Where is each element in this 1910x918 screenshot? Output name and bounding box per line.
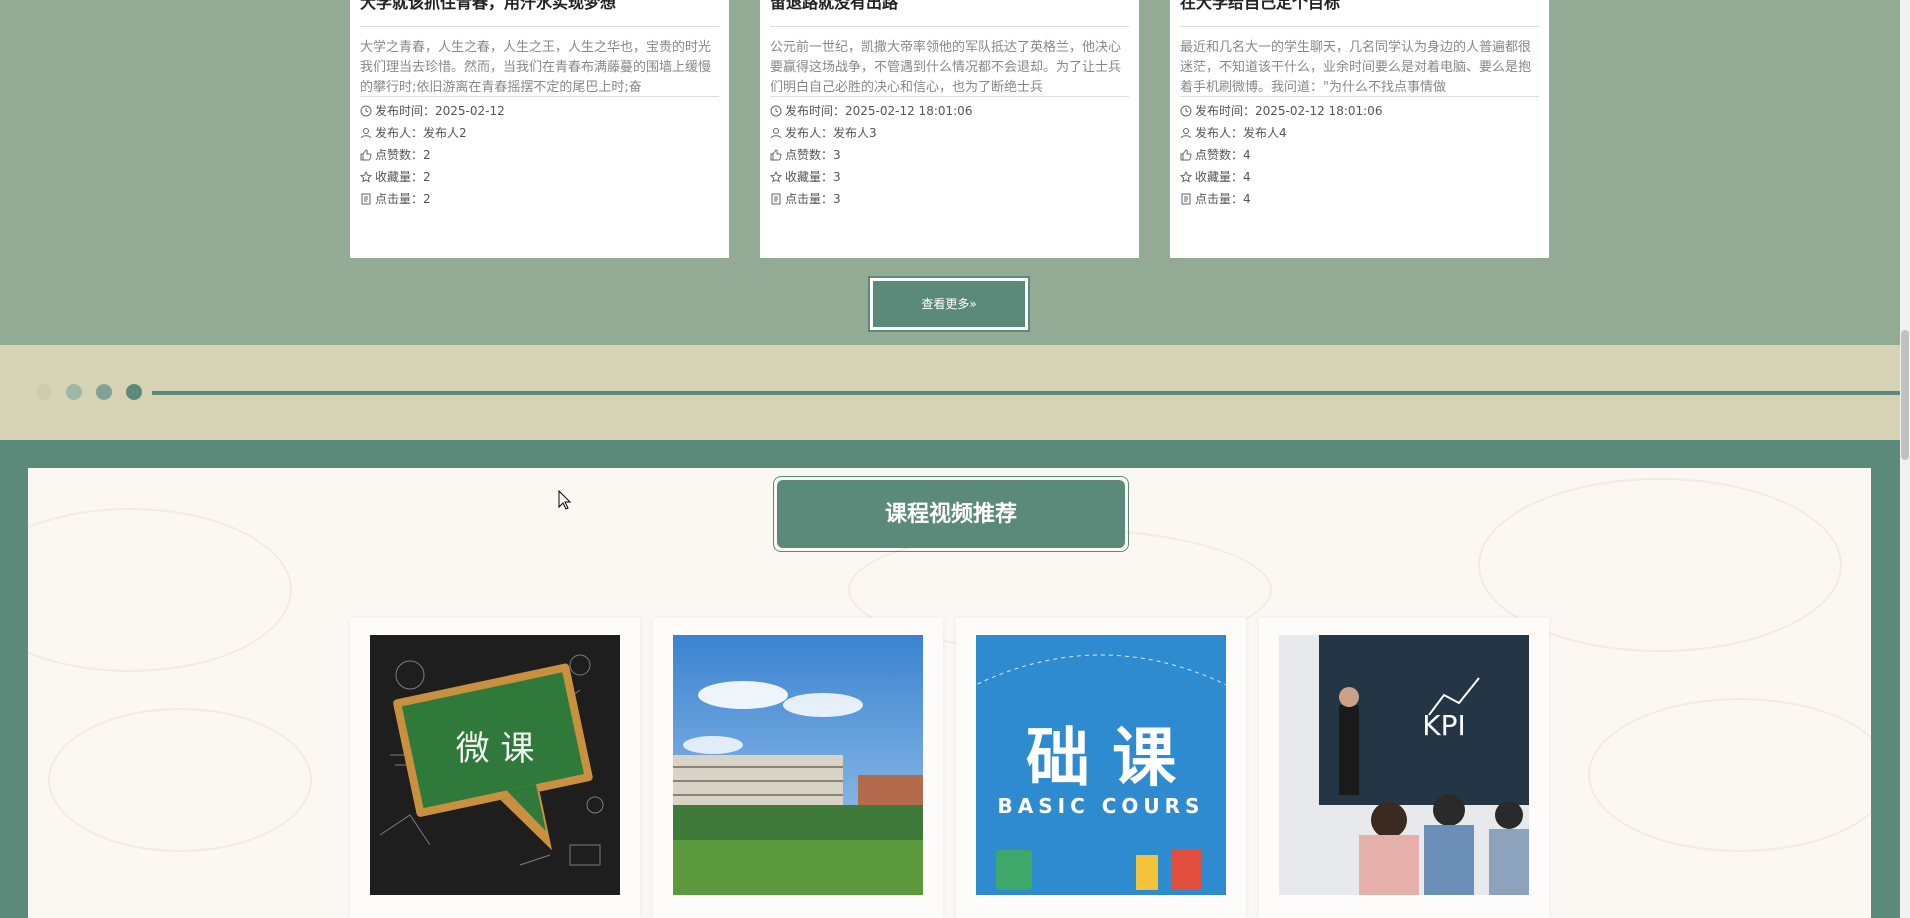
chalkboard-speech-bubble-icon[interactable]: 微 课 bbox=[370, 635, 620, 895]
star-icon bbox=[1180, 171, 1192, 183]
mouse-cursor-icon bbox=[558, 490, 572, 510]
view-more-button[interactable]: 查看更多» bbox=[868, 276, 1030, 332]
likes: 点赞数：2 bbox=[360, 144, 719, 166]
section-heading-text: 课程视频推荐 bbox=[777, 480, 1125, 548]
progress-dot bbox=[36, 384, 52, 400]
publisher: 发布人：发布人2 bbox=[360, 122, 719, 144]
favorites: 收藏量：4 bbox=[1180, 166, 1539, 188]
cloud-decoration bbox=[48, 708, 312, 852]
user-icon bbox=[360, 127, 372, 139]
publish-time: 发布时间：2025-02-12 18:01:06 bbox=[770, 100, 1129, 122]
publish-time-text: 发布时间：2025-02-12 18:01:06 bbox=[785, 104, 973, 118]
publish-time: 发布时间：2025-02-12 bbox=[360, 100, 719, 122]
news-title[interactable]: 大学就该抓住青春，用汗水实现梦想 bbox=[360, 0, 719, 27]
clock-icon bbox=[360, 105, 372, 117]
thumbs-up-icon bbox=[1180, 149, 1192, 161]
news-card[interactable]: 在大学给自己定个目标 最近和几名大一的学生聊天，几名同学认为身边的人普遍都很迷茫… bbox=[1170, 0, 1549, 258]
document-icon bbox=[360, 193, 372, 205]
publisher-text: 发布人：发布人2 bbox=[375, 126, 467, 140]
favorites-text: 收藏量：2 bbox=[375, 170, 431, 184]
news-summary: 大学之青春，人生之春，人生之王，人生之华也，宝贵的时光我们理当去珍惜。然而，当我… bbox=[360, 38, 719, 97]
favorites-text: 收藏量：3 bbox=[785, 170, 841, 184]
news-section: 大学就该抓住青春，用汗水实现梦想 大学之青春，人生之春，人生之王，人生之华也，宝… bbox=[0, 0, 1910, 345]
news-card[interactable]: 留退路就没有出路 公元前一世纪，凯撒大帝率领他的军队抵达了英格兰，他决心要赢得这… bbox=[760, 0, 1139, 258]
publish-time-text: 发布时间：2025-02-12 bbox=[375, 104, 505, 118]
news-meta: 发布时间：2025-02-12 18:01:06 发布人：发布人4 点赞数：4 … bbox=[1180, 100, 1539, 210]
news-card[interactable]: 大学就该抓住青春，用汗水实现梦想 大学之青春，人生之春，人生之王，人生之华也，宝… bbox=[350, 0, 729, 258]
video-card[interactable]: 础 课 BASIC COURS bbox=[956, 618, 1246, 918]
thumb-text: KPI bbox=[1422, 709, 1466, 742]
video-card[interactable] bbox=[653, 618, 943, 918]
divider-line bbox=[152, 391, 1910, 395]
star-icon bbox=[770, 171, 782, 183]
clicks: 点击量：3 bbox=[770, 188, 1129, 210]
progress-dot bbox=[126, 384, 142, 400]
publish-time: 发布时间：2025-02-12 18:01:06 bbox=[1180, 100, 1539, 122]
progress-dot bbox=[66, 384, 82, 400]
publisher-text: 发布人：发布人4 bbox=[1195, 126, 1287, 140]
thumbs-up-icon bbox=[360, 149, 372, 161]
favorites-text: 收藏量：4 bbox=[1195, 170, 1251, 184]
clicks: 点击量：4 bbox=[1180, 188, 1539, 210]
thumb-subtext: BASIC COURS bbox=[998, 794, 1205, 818]
classroom-presentation-icon[interactable]: KPI bbox=[1279, 635, 1529, 895]
likes: 点赞数：4 bbox=[1180, 144, 1539, 166]
publisher: 发布人：发布人4 bbox=[1180, 122, 1539, 144]
video-section: 课程视频推荐 微 课 础 课 BASIC COURS KPI bbox=[0, 440, 1910, 918]
favorites: 收藏量：3 bbox=[770, 166, 1129, 188]
scrollbar-track[interactable] bbox=[1900, 0, 1910, 918]
video-panel: 课程视频推荐 微 课 础 课 BASIC COURS KPI bbox=[28, 468, 1871, 918]
likes-text: 点赞数：2 bbox=[375, 148, 431, 162]
thumb-text: 础 课 bbox=[1026, 722, 1177, 796]
clicks-text: 点击量：2 bbox=[375, 192, 431, 206]
campus-building-icon[interactable] bbox=[673, 635, 923, 895]
news-title[interactable]: 在大学给自己定个目标 bbox=[1180, 0, 1539, 27]
news-meta: 发布时间：2025-02-12 18:01:06 发布人：发布人3 点赞数：3 … bbox=[770, 100, 1129, 210]
publish-time-text: 发布时间：2025-02-12 18:01:06 bbox=[1195, 104, 1383, 118]
clicks-text: 点击量：3 bbox=[785, 192, 841, 206]
thumbs-up-icon bbox=[770, 149, 782, 161]
cloud-decoration bbox=[1588, 698, 1871, 852]
user-icon bbox=[1180, 127, 1192, 139]
favorites: 收藏量：2 bbox=[360, 166, 719, 188]
video-card[interactable]: 微 课 bbox=[350, 618, 640, 918]
scrollbar-thumb[interactable] bbox=[1901, 330, 1909, 460]
document-icon bbox=[1180, 193, 1192, 205]
news-meta: 发布时间：2025-02-12 发布人：发布人2 点赞数：2 收藏量：2 点击量… bbox=[360, 100, 719, 210]
news-summary: 最近和几名大一的学生聊天，几名同学认为身边的人普遍都很迷茫，不知道该干什么，业余… bbox=[1180, 38, 1539, 97]
clicks-text: 点击量：4 bbox=[1195, 192, 1251, 206]
progress-dot bbox=[96, 384, 112, 400]
publisher: 发布人：发布人3 bbox=[770, 122, 1129, 144]
likes-text: 点赞数：4 bbox=[1195, 148, 1251, 162]
news-summary: 公元前一世纪，凯撒大帝率领他的军队抵达了英格兰，他决心要赢得这场战争，不管遇到什… bbox=[770, 38, 1129, 97]
likes-text: 点赞数：3 bbox=[785, 148, 841, 162]
document-icon bbox=[770, 193, 782, 205]
likes: 点赞数：3 bbox=[770, 144, 1129, 166]
cloud-decoration bbox=[28, 508, 292, 672]
user-icon bbox=[770, 127, 782, 139]
clock-icon bbox=[770, 105, 782, 117]
star-icon bbox=[360, 171, 372, 183]
publisher-text: 发布人：发布人3 bbox=[785, 126, 877, 140]
thumb-text: 微 课 bbox=[456, 729, 535, 769]
clock-icon bbox=[1180, 105, 1192, 117]
basic-course-poster-icon[interactable]: 础 课 BASIC COURS bbox=[976, 635, 1226, 895]
clicks: 点击量：2 bbox=[360, 188, 719, 210]
news-title[interactable]: 留退路就没有出路 bbox=[770, 0, 1129, 27]
video-card[interactable]: KPI bbox=[1259, 618, 1549, 918]
section-heading: 课程视频推荐 bbox=[773, 476, 1129, 552]
